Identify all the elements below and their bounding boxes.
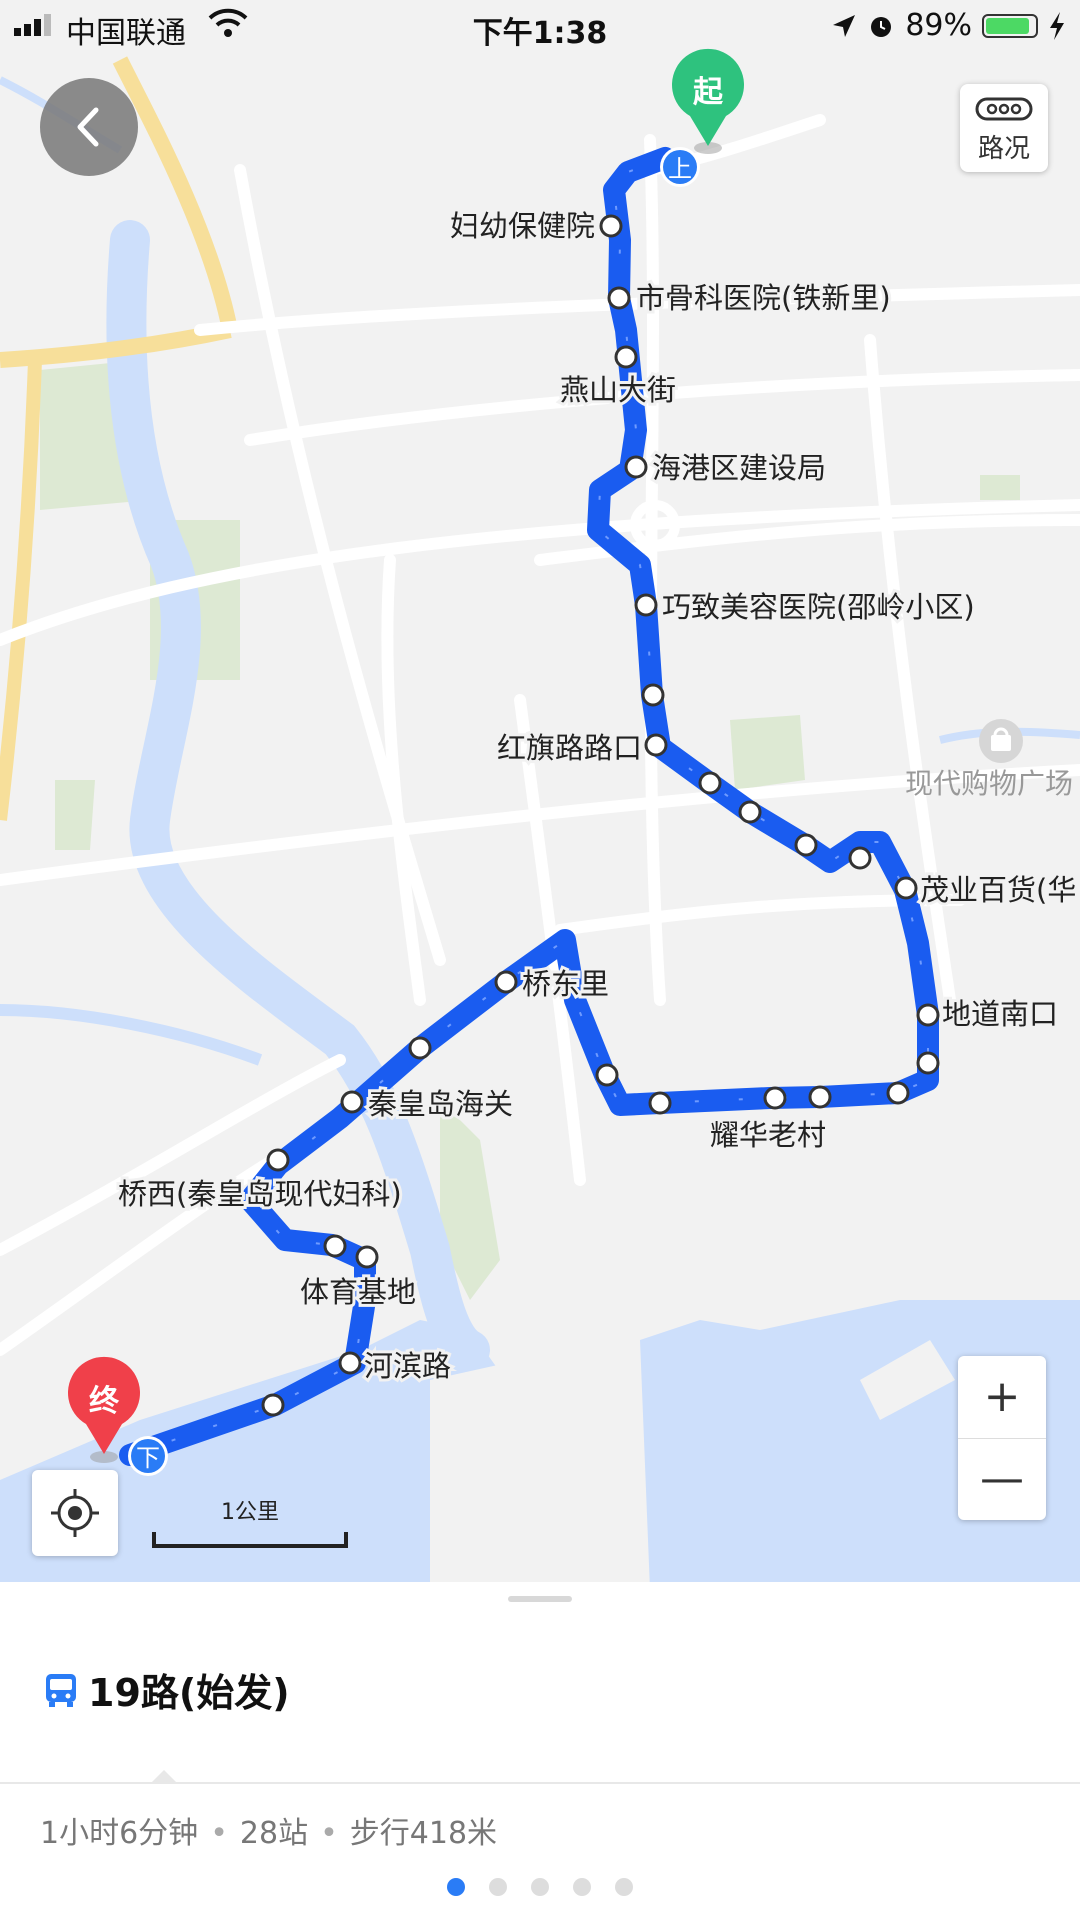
traffic-icon: [975, 97, 1033, 121]
stop-label: 巧致美容医院(邵岭小区): [662, 590, 975, 624]
start-marker-label: 起: [693, 75, 724, 110]
bus-stop[interactable]: [886, 1081, 910, 1105]
poi-label: 现代购物广场: [905, 767, 1073, 800]
board-marker-label: 上: [668, 155, 692, 183]
board-marker: 上: [660, 147, 700, 187]
scale-bar: [152, 1532, 348, 1548]
chevron-left-icon: [77, 107, 99, 147]
bus-stop[interactable]: [808, 1085, 832, 1109]
page-dot[interactable]: [531, 1878, 549, 1896]
alight-marker: 下: [128, 1436, 168, 1476]
alarm-icon: [871, 16, 892, 37]
bus-stop[interactable]: [894, 876, 918, 900]
bus-stop[interactable]: [624, 455, 648, 479]
page-dot[interactable]: [489, 1878, 507, 1896]
locate-button[interactable]: [32, 1470, 118, 1556]
page-dot[interactable]: [615, 1878, 633, 1896]
route-map[interactable]: 妇幼保健院市骨科医院(铁新里) 燕山大街海港区建设局巧致美容医院(邵岭小区) 红旗路…: [0, 0, 1080, 1582]
stop-label: 红旗路路口: [497, 731, 642, 765]
bus-stop[interactable]: [848, 846, 872, 870]
bus-stop[interactable]: [698, 771, 722, 795]
bus-stop[interactable]: [323, 1234, 347, 1258]
page-dot[interactable]: [447, 1878, 465, 1896]
page-indicator: [0, 1878, 1080, 1896]
route-name: 19路(始发): [88, 1671, 290, 1715]
zoom-control: + —: [958, 1356, 1046, 1520]
bus-stop[interactable]: [355, 1245, 379, 1269]
bus-stop[interactable]: [614, 345, 638, 369]
stop-label: 耀华老村: [710, 1118, 826, 1152]
scale-label: 1公里: [221, 1500, 279, 1525]
alight-marker-label: 下: [136, 1444, 160, 1472]
walk-distance: 步行418米: [349, 1816, 498, 1851]
bus-stop[interactable]: [794, 833, 818, 857]
duration: 1小时6分钟: [40, 1816, 199, 1851]
bus-icon: [46, 1673, 76, 1707]
page-dot[interactable]: [573, 1878, 591, 1896]
stop-label: 市骨科医院(铁新里): [636, 281, 891, 315]
route-summary: 1小时6分钟 • 28站 • 步行418米: [40, 1816, 498, 1851]
bus-stop[interactable]: [738, 800, 762, 824]
stop-label: 体育基地: [300, 1275, 416, 1309]
bus-stop[interactable]: [408, 1036, 432, 1060]
bus-stop[interactable]: [634, 593, 658, 617]
stop-label: 茂业百货(华: [920, 873, 1076, 907]
end-marker-label: 终: [89, 1384, 120, 1419]
charging-icon: [1050, 11, 1064, 40]
location-arrow-icon: [833, 14, 856, 37]
bus-stop[interactable]: [607, 286, 631, 310]
divider: [0, 1782, 1080, 1784]
bus-stop[interactable]: [595, 1063, 619, 1087]
bus-stop[interactable]: [261, 1393, 285, 1417]
route-title: 19路(始发): [44, 1662, 290, 1717]
stop-label: 河滨路: [364, 1349, 451, 1383]
stop-count: 28站: [239, 1816, 309, 1851]
stop-label: 秦皇岛海关: [368, 1087, 513, 1121]
traffic-label: 路况: [977, 134, 1030, 164]
map-scale: 1公里: [152, 1494, 348, 1548]
stop-label: 地道南口: [942, 997, 1058, 1031]
bus-stop[interactable]: [644, 733, 668, 757]
bus-stop[interactable]: [266, 1148, 290, 1172]
stop-label: 妇幼保健院: [450, 209, 595, 243]
bus-stop[interactable]: [599, 214, 623, 238]
drag-handle[interactable]: [508, 1596, 572, 1602]
zoom-out-button[interactable]: —: [958, 1438, 1046, 1520]
back-button[interactable]: [40, 78, 138, 176]
stop-label: 桥西(秦皇岛现代妇科): [118, 1177, 402, 1211]
status-bar: 中国联通 下午1:38 89%: [0, 0, 1080, 56]
crosshair-icon: [51, 1489, 99, 1537]
route-detail-sheet[interactable]: 19路(始发) 1小时6分钟 • 28站 • 步行418米: [0, 1582, 1080, 1920]
bus-stop[interactable]: [648, 1091, 672, 1115]
bus-stop[interactable]: [916, 1051, 940, 1075]
zoom-in-button[interactable]: +: [958, 1356, 1046, 1439]
battery-percent: 89%: [905, 8, 972, 43]
stop-label: 桥东里: [522, 967, 609, 1001]
stop-label: 燕山大街: [560, 373, 676, 407]
battery-icon: [982, 13, 1038, 38]
bus-stop[interactable]: [916, 1003, 940, 1027]
traffic-button[interactable]: 路况: [960, 84, 1048, 172]
stop-label: 海港区建设局: [652, 451, 826, 485]
bus-stop[interactable]: [338, 1351, 362, 1375]
bus-stop[interactable]: [641, 683, 665, 707]
bus-stop[interactable]: [340, 1090, 364, 1114]
bus-stop[interactable]: [494, 970, 518, 994]
bus-stop[interactable]: [763, 1086, 787, 1110]
